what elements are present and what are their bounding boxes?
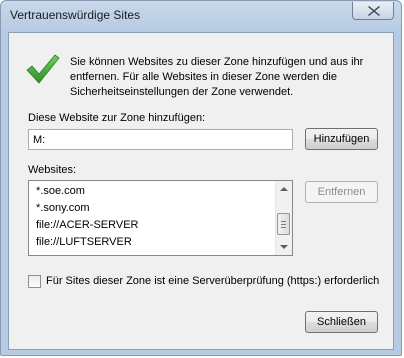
remove-button[interactable]: Entfernen	[305, 181, 378, 203]
grip-line	[281, 224, 286, 225]
list-item[interactable]: *.sony.com	[36, 200, 90, 217]
websites-list[interactable]: *.soe.com *.sony.com file://ACER-SERVER …	[28, 180, 293, 256]
intro-line: Sie können Websites zu dieser Zone hinzu…	[70, 56, 364, 68]
close-button[interactable]	[352, 2, 394, 20]
scroll-thumb[interactable]	[277, 213, 290, 235]
close-dialog-button[interactable]: Schließen	[305, 311, 378, 333]
close-icon	[368, 6, 380, 16]
list-item[interactable]: file://ACER-SERVER	[36, 217, 139, 234]
https-checkbox[interactable]	[28, 275, 41, 288]
list-item[interactable]: *.soe.com	[36, 183, 85, 200]
websites-label: Websites:	[28, 164, 77, 176]
https-checkbox-label[interactable]: Für Sites dieser Zone ist eine Serverübe…	[46, 275, 379, 287]
intro-text: Sie können Websites zu dieser Zone hinzu…	[70, 55, 390, 100]
dialog-window: Vertrauenswürdige Sites Sie können Websi…	[0, 0, 402, 356]
add-website-input[interactable]	[28, 129, 293, 150]
intro-line: entfernen. Für alle Websites in dieser Z…	[70, 71, 337, 83]
grip-line	[281, 227, 286, 228]
checkmark-icon	[26, 54, 60, 84]
scroll-up-icon[interactable]	[280, 187, 288, 191]
intro-line: Sicherheitseinstellungen der Zone verwen…	[70, 86, 294, 98]
title-bar[interactable]: Vertrauenswürdige Sites	[1, 1, 401, 31]
scroll-down-icon[interactable]	[280, 245, 288, 249]
list-item[interactable]: file://LUFTSERVER	[36, 234, 132, 251]
window-title: Vertrauenswürdige Sites	[10, 8, 141, 22]
grip-line	[281, 221, 286, 222]
add-button[interactable]: Hinzufügen	[305, 128, 378, 150]
websites-scrollbar[interactable]	[275, 181, 292, 255]
dialog-content: Sie können Websites zu dieser Zone hinzu…	[8, 32, 394, 350]
add-website-label: Diese Website zur Zone hinzufügen:	[28, 112, 206, 124]
